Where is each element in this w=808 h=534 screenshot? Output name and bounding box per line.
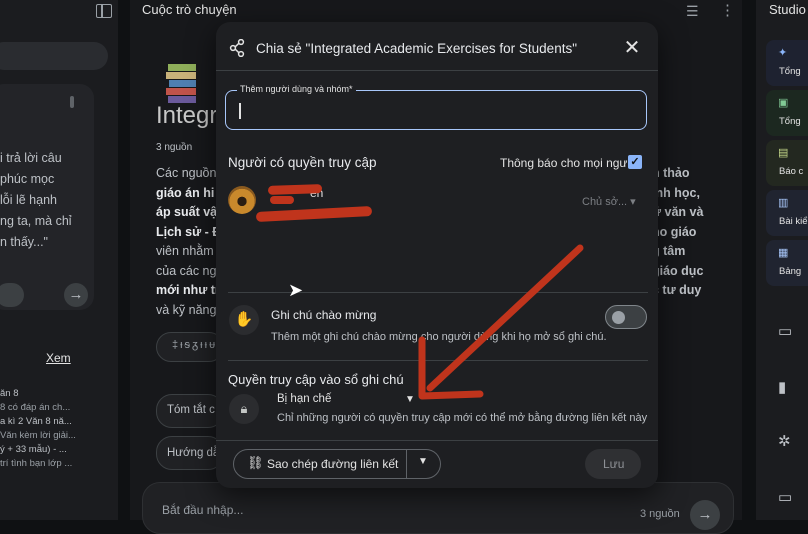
annotation-arrow [418, 244, 584, 400]
collapse-panel-icon[interactable] [96, 4, 112, 18]
copy-link-label: Sao chép đường liên kết [267, 457, 399, 471]
save-label: Lưu [603, 457, 625, 471]
list-item[interactable]: ăn 88 có đáp án ch... [0, 388, 100, 413]
notebook-access-title: Quyền truy cập vào sổ ghi chú [228, 372, 404, 387]
suggestion-chip-label: Hướng dẫ [167, 447, 220, 459]
more-vert-icon[interactable]: ⋮ [720, 1, 735, 19]
toggle-knob [612, 311, 625, 324]
card-text: i trả lời câu phúc mọc lỗi lẽ hạnh ng ta… [0, 151, 72, 249]
text-caret [239, 103, 241, 119]
dropdown-chip[interactable] [0, 283, 24, 307]
add-people-label: Thêm người dùng và nhóm* [237, 84, 356, 94]
chat-source-count: 3 nguồn [640, 508, 680, 520]
quiz-icon: ▥ [778, 197, 789, 209]
close-icon[interactable]: ✕ [622, 37, 642, 59]
report-icon: ▤ [778, 147, 789, 159]
conversation-title: Cuộc trò chuyện [142, 2, 237, 17]
studio-title: Studio [769, 2, 806, 17]
dialog-title: Chia sẻ "Integrated Academic Exercises f… [256, 41, 577, 56]
chat-input-placeholder: Bắt đầu nhập... [162, 503, 244, 517]
wave-hand-icon: ✋ [229, 305, 259, 335]
avatar [228, 186, 256, 214]
chevron-down-icon: ▼ [418, 456, 428, 467]
notebook-title: Integr [156, 102, 218, 129]
video-icon: ▣ [778, 97, 789, 109]
summary-right-fragment: n thảo inh học, ữ văn và ho giáo g tâm g… [652, 166, 704, 297]
arrow-right-icon[interactable]: → [64, 283, 88, 307]
add-people-input[interactable] [225, 90, 647, 130]
redaction-mark [270, 196, 294, 204]
role-select[interactable]: Chủ sở... ▾ [582, 195, 636, 208]
lock-icon: 🔒︎ [229, 394, 259, 424]
panel-icon[interactable]: ▭ [778, 488, 792, 506]
see-more-link[interactable]: Xem [46, 351, 71, 365]
access-heading: Người có quyền truy cập [228, 155, 377, 170]
notify-label: Thông báo cho mọi người [500, 156, 638, 170]
divider [216, 440, 658, 441]
waveform-icon[interactable]: ✲ [778, 432, 791, 450]
panel-icon[interactable]: ▭ [778, 322, 792, 340]
divider [216, 70, 658, 71]
bar-chart-icon[interactable]: ▮ [778, 378, 786, 396]
table-icon: ▦ [778, 247, 789, 259]
restriction-desc: Chỉ những người có quyền truy cập mới có… [277, 412, 648, 424]
send-icon[interactable]: → [690, 500, 720, 530]
suggestion-chip-label: Tóm tắt c [167, 404, 215, 416]
sources-search[interactable] [0, 42, 108, 70]
card-scrollbar[interactable] [70, 96, 74, 108]
mouse-cursor-icon: ➤ [288, 280, 304, 300]
source-count: 3 nguồn [156, 142, 193, 153]
audio-chip-label: ‡ᵻᵴᵹᵻᵼᵾ [172, 339, 218, 351]
notify-checkbox[interactable]: ✓ [628, 155, 642, 169]
list-item[interactable]: a kì 2 Văn 8 nă... Văn kèm lời giải... [0, 416, 100, 441]
source-list: ăn 88 có đáp án ch... a kì 2 Văn 8 nă...… [0, 388, 100, 472]
redaction-mark [267, 184, 323, 195]
share-icon [229, 39, 245, 57]
link-icon: ⛓ [247, 455, 264, 470]
welcome-note-title: Ghi chú chào mừng [271, 308, 377, 322]
notebook-summary: Các nguồn giáo án hi áp suất vậ Lịch sử … [156, 166, 216, 317]
list-item[interactable]: ý + 33 mẫu) - ... trí tình bạn lớp ... [0, 444, 100, 469]
books-icon [166, 64, 196, 103]
restriction-select[interactable]: Bị hạn chế [277, 393, 331, 405]
sparkle-icon: ✦ [778, 47, 788, 59]
settings-sliders-icon[interactable]: ☰ [686, 3, 699, 20]
